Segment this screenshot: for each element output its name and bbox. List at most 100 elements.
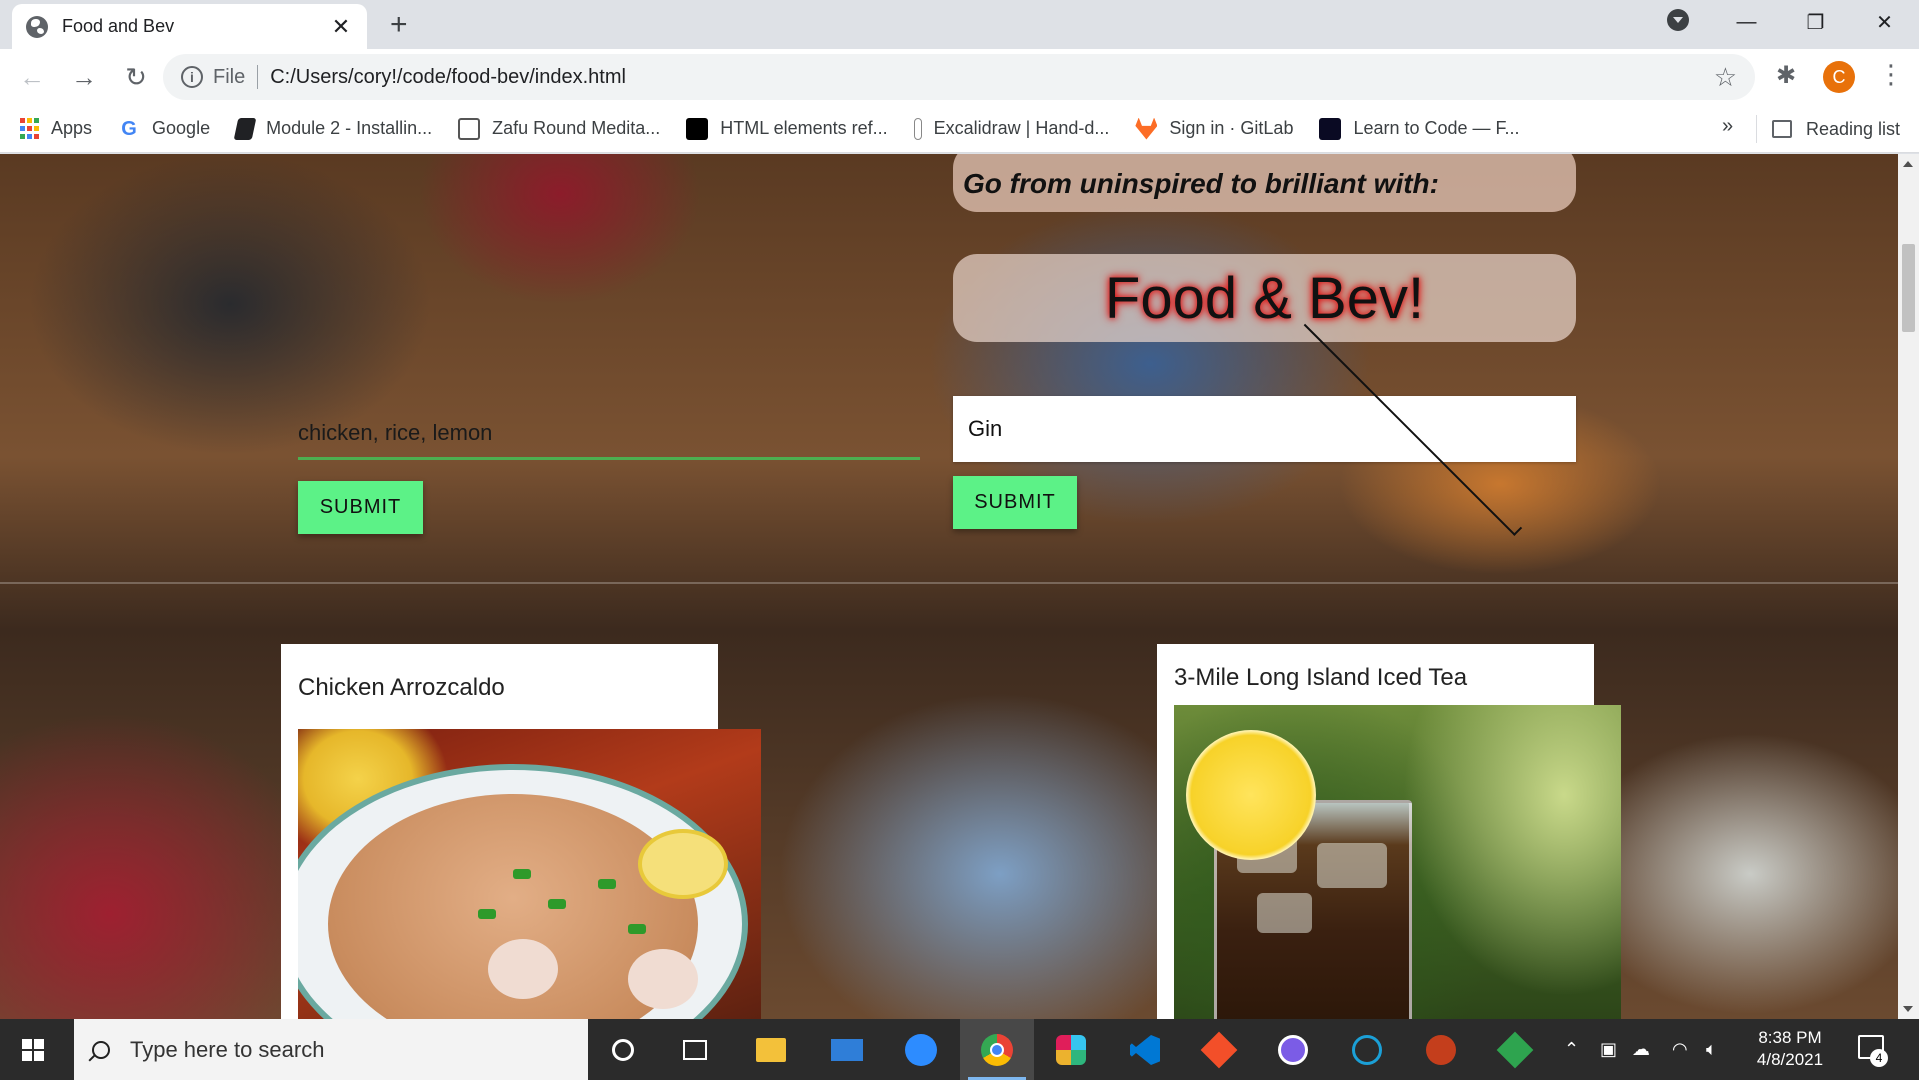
browser-toolbar: ← → ↻ i File C:/Users/cory!/code/food-be… (0, 49, 1919, 105)
reading-list-icon (1772, 120, 1792, 138)
bookmark-google[interactable]: G Google (118, 118, 210, 140)
clock-time: 8:38 PM (1758, 1028, 1822, 1047)
drink-recipe-image[interactable] (1174, 705, 1621, 1019)
obs-icon[interactable] (1274, 1031, 1312, 1069)
bookmark-label: Apps (51, 118, 93, 138)
tab-search-button[interactable] (1643, 8, 1712, 37)
task-view-icon[interactable] (676, 1031, 714, 1069)
powerpoint-icon[interactable] (1422, 1031, 1460, 1069)
bookmark-label: Zafu Round Medita... (492, 118, 661, 138)
taskbar-clock[interactable]: 8:38 PM 4/8/2021 (1740, 1027, 1840, 1071)
food-recipe-image[interactable] (298, 729, 761, 1019)
taskbar-search-box[interactable]: Type here to search (74, 1019, 588, 1080)
wifi-icon[interactable]: ◠ (1672, 1039, 1688, 1060)
git-icon[interactable] (1496, 1031, 1534, 1069)
vscode-icon[interactable] (1126, 1031, 1164, 1069)
bookmark-excalidraw[interactable]: Excalidraw | Hand-d... (913, 117, 1110, 140)
lemon-wedge-shape (638, 829, 728, 899)
bookmark-label: Google (152, 118, 211, 138)
bookmark-apps[interactable]: Apps (20, 117, 93, 140)
scroll-thumb[interactable] (1902, 244, 1915, 332)
scallion-shape (478, 909, 496, 919)
onedrive-icon[interactable]: ☁ (1632, 1039, 1650, 1060)
lemon-slice-shape (1186, 730, 1316, 860)
section-divider (0, 582, 1898, 584)
tab-close-button[interactable]: ✕ (329, 14, 353, 40)
module-icon (233, 117, 257, 140)
bookmark-module-2[interactable]: Module 2 - Installin... (233, 117, 433, 140)
egg-shape (628, 949, 698, 1009)
brand-banner: Food & Bev! (953, 254, 1576, 342)
reading-list-button[interactable]: Reading list (1772, 105, 1900, 153)
reading-list-label: Reading list (1806, 118, 1901, 139)
page-viewport: Go from uninspired to brilliant with: Fo… (0, 154, 1898, 1019)
food-card-title: Chicken Arrozcaldo (298, 674, 505, 701)
bookmarks-bar: Apps G Google Module 2 - Installin... Za… (0, 105, 1919, 153)
ice-shape (1317, 843, 1387, 888)
apps-grid-icon (20, 117, 39, 140)
url-text[interactable]: C:/Users/cory!/code/food-bev/index.html (270, 66, 1713, 89)
spirit-select[interactable]: Gin (953, 316, 1576, 536)
bookmark-label: Learn to Code — F... (1353, 118, 1520, 138)
zoom-icon[interactable] (902, 1031, 940, 1069)
info-icon[interactable]: i (181, 66, 203, 88)
gitlab-icon (1135, 117, 1158, 140)
profile-avatar[interactable]: C (1823, 61, 1855, 93)
browser-menu-icon[interactable]: ⋮ (1878, 59, 1904, 89)
spirit-select-value: Gin (968, 416, 1003, 441)
forward-button[interactable]: → (64, 62, 104, 93)
device-icon[interactable]: ▣ (1600, 1039, 1617, 1060)
file-explorer-icon[interactable] (752, 1031, 790, 1069)
tagline-banner: Go from uninspired to brilliant with: (953, 154, 1576, 212)
bookmark-label: Module 2 - Installin... (266, 118, 433, 138)
chrome-icon[interactable] (978, 1031, 1016, 1069)
scallion-shape (628, 924, 646, 934)
back-button[interactable]: ← (12, 62, 52, 93)
scroll-up-icon[interactable] (1903, 161, 1913, 167)
cisco-icon[interactable] (1348, 1031, 1386, 1069)
bookmark-star-icon[interactable]: ☆ (1714, 62, 1737, 93)
chevron-down-icon (1303, 316, 1522, 536)
cortana-icon[interactable] (604, 1031, 642, 1069)
tab-title: Food and Bev (62, 16, 175, 36)
bookmark-freecodecamp[interactable]: Learn to Code — F... (1319, 117, 1520, 140)
egg-shape (488, 939, 558, 999)
mail-icon[interactable] (828, 1031, 866, 1069)
scroll-down-icon[interactable] (1903, 1006, 1913, 1012)
bookmark-gitlab[interactable]: Sign in · GitLab (1135, 117, 1294, 140)
drink-card-title: 3-Mile Long Island Iced Tea (1174, 664, 1468, 691)
bookmark-label: Excalidraw | Hand-d... (933, 118, 1110, 138)
slack-icon[interactable] (1052, 1031, 1090, 1069)
close-window-button[interactable]: ✕ (1850, 10, 1919, 35)
tagline-text: Go from uninspired to brilliant with: (963, 168, 1439, 199)
ingredients-input[interactable] (298, 408, 920, 460)
bookmark-zafu[interactable]: Zafu Round Medita... (458, 117, 661, 140)
windows-taskbar: Type here to search ⌃ ▣ ☁ ◠ 🔈︎ 8:38 PM 4… (0, 1019, 1919, 1080)
volume-icon[interactable]: 🔈︎ (1706, 1039, 1717, 1060)
freecodecamp-icon (1319, 117, 1342, 140)
bookmarks-divider (1756, 115, 1757, 143)
taskbar-search-placeholder: Type here to search (130, 1036, 325, 1062)
drink-submit-button[interactable]: SUBMIT (953, 476, 1077, 529)
new-tab-button[interactable]: + (390, 10, 408, 40)
food-submit-button[interactable]: SUBMIT (298, 481, 423, 534)
bookmark-html-elements[interactable]: HTML elements ref... (686, 117, 888, 140)
restore-button[interactable]: ❐ (1781, 10, 1850, 35)
notification-count-badge: 4 (1870, 1049, 1888, 1067)
minimize-button[interactable]: — (1712, 11, 1781, 34)
browser-tab[interactable]: Food and Bev ✕ (12, 4, 367, 49)
bookmark-label: Sign in · GitLab (1169, 118, 1294, 138)
excalidraw-icon (913, 117, 922, 140)
windows-start-icon[interactable] (22, 1039, 44, 1061)
address-bar[interactable]: i File C:/Users/cory!/code/food-bev/inde… (163, 54, 1755, 100)
chevron-up-icon[interactable]: ⌃ (1564, 1039, 1579, 1060)
git-kraken-icon[interactable] (1200, 1031, 1238, 1069)
brand-title: Food & Bev! (1104, 265, 1425, 331)
extensions-puzzle-icon[interactable]: ✱ (1776, 61, 1796, 90)
url-scheme: File (213, 65, 259, 89)
page-scrollbar[interactable] (1898, 154, 1919, 1019)
reload-button[interactable]: ↻ (116, 62, 156, 93)
window-controls: — ❐ ✕ (1643, 0, 1919, 45)
chevron-down-icon (1666, 8, 1689, 31)
bookmarks-overflow-button[interactable]: » (1722, 115, 1733, 138)
